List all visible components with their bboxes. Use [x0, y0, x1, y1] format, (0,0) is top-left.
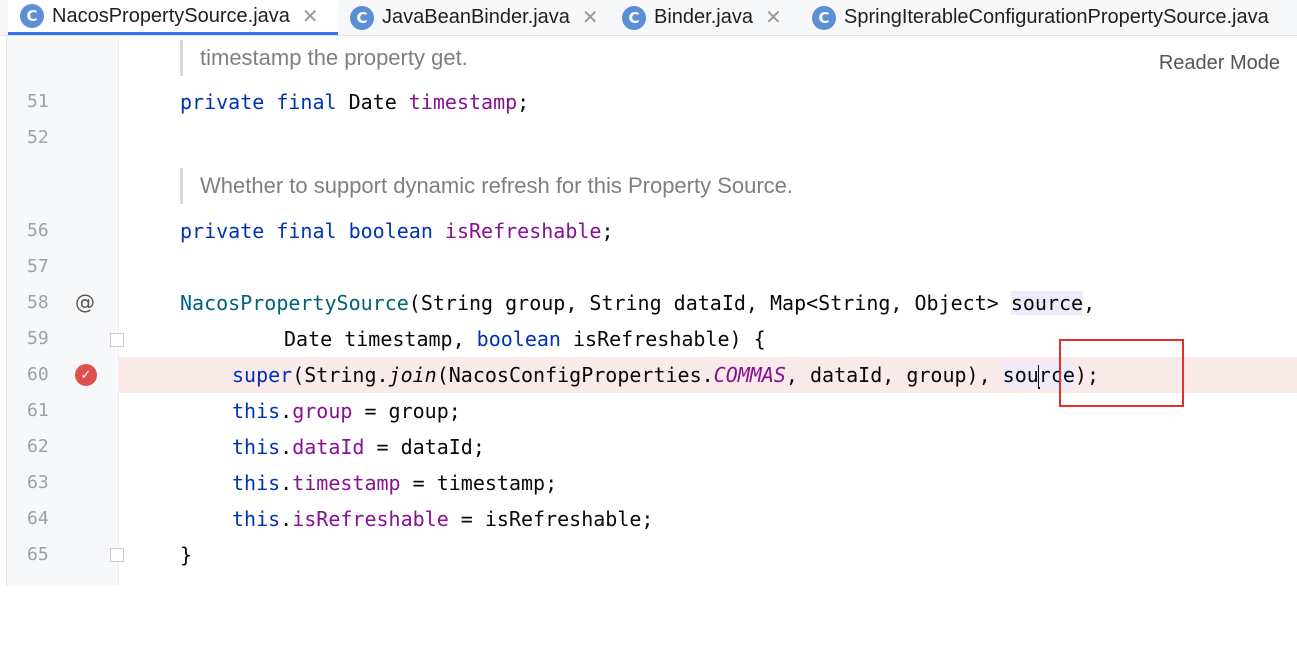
punct: .: [280, 471, 293, 495]
override-icon[interactable]: @: [75, 284, 95, 320]
keyword: this: [232, 399, 281, 423]
punct: .: [280, 507, 293, 531]
field-name: timestamp: [408, 90, 518, 114]
punct: ;: [517, 90, 530, 114]
line-number: 57: [27, 256, 49, 277]
line-number: 61: [27, 400, 49, 421]
code-line-58[interactable]: NacosPropertySource(String group, String…: [118, 285, 1297, 321]
field-name: isRefreshable: [292, 507, 449, 531]
line-number: 52: [27, 127, 49, 148]
code-text: = timestamp;: [400, 471, 558, 495]
param-list: Date timestamp,: [284, 327, 477, 351]
class-icon: C: [812, 5, 836, 30]
method-name: join: [388, 363, 437, 387]
param-list: (String group, String dataId, Map<String…: [408, 291, 1011, 315]
closing-brace: }: [180, 543, 193, 567]
keyword: boolean: [476, 327, 561, 351]
code-line-56[interactable]: private final boolean isRefreshable;: [118, 213, 1297, 249]
class-icon: C: [20, 4, 44, 28]
editor-tab-bar: C NacosPropertySource.java ✕ C JavaBeanB…: [0, 0, 1297, 36]
type-name: Date: [348, 90, 409, 114]
keyword: private final: [180, 90, 349, 114]
code-line-51[interactable]: private final Date timestamp;: [118, 84, 1297, 120]
project-panel-edge: [0, 36, 7, 586]
class-icon: C: [350, 5, 374, 30]
line-number: 51: [27, 91, 49, 112]
tab-java-bean-binder[interactable]: C JavaBeanBinder.java ✕: [346, 0, 612, 35]
keyword: private final boolean: [180, 219, 445, 243]
tab-spring-iterable-config-property-source[interactable]: C SpringIterableConfigurationPropertySou…: [808, 0, 1297, 35]
class-icon: C: [622, 5, 646, 30]
code-text: (String.: [292, 363, 389, 387]
constant-name: COMMAS: [713, 363, 786, 387]
close-icon[interactable]: ✕: [765, 5, 782, 30]
line-number: 58: [27, 292, 49, 313]
punct: ;: [601, 219, 614, 243]
code-text: (NacosConfigProperties.: [436, 363, 714, 387]
close-icon[interactable]: ✕: [302, 4, 319, 29]
field-name: group: [292, 399, 353, 423]
keyword: super: [232, 363, 293, 387]
code-text: = group;: [352, 399, 461, 423]
code-line-64[interactable]: this.isRefreshable = isRefreshable;: [118, 501, 1297, 537]
rendered-doc-comment: Whether to support dynamic refresh for t…: [180, 168, 793, 204]
keyword: this: [232, 471, 281, 495]
line-number: 62: [27, 436, 49, 457]
line-number: 56: [27, 220, 49, 241]
editor-gutter: 51 52 56 57 58 @ 59 60 ✓ 61 62 63 64 65: [7, 36, 124, 586]
field-name: dataId: [292, 435, 365, 459]
code-text: , dataId, group),: [785, 363, 1003, 387]
line-number: 65: [27, 544, 49, 565]
code-line-65[interactable]: }: [118, 537, 1297, 573]
annotation-highlight-box: [1059, 339, 1184, 407]
tab-label: Binder.java: [654, 6, 753, 28]
code-editor[interactable]: timestamp the property get. private fina…: [118, 36, 1297, 586]
tab-label: SpringIterableConfigurationPropertySourc…: [844, 6, 1269, 28]
close-icon[interactable]: ✕: [582, 5, 599, 30]
punct: .: [280, 399, 293, 423]
rendered-doc-comment: timestamp the property get.: [180, 40, 468, 76]
breakpoint-icon[interactable]: ✓: [75, 364, 97, 386]
line-number: 60: [27, 364, 49, 385]
keyword: this: [232, 507, 281, 531]
field-name: isRefreshable: [444, 219, 602, 243]
tab-label: NacosPropertySource.java: [52, 4, 290, 27]
usage-highlight: source: [1010, 291, 1084, 315]
code-text: = isRefreshable;: [448, 507, 654, 531]
reader-mode-toggle[interactable]: Reader Mode: [1159, 52, 1280, 75]
code-line-62[interactable]: this.dataId = dataId;: [118, 429, 1297, 465]
usage-highlight: sou: [1002, 363, 1039, 387]
tab-nacos-property-source[interactable]: C NacosPropertySource.java ✕: [8, 0, 338, 35]
code-line-63[interactable]: this.timestamp = timestamp;: [118, 465, 1297, 501]
line-number: 64: [27, 508, 49, 529]
code-text: = dataId;: [364, 435, 485, 459]
field-name: timestamp: [292, 471, 401, 495]
param-list: isRefreshable) {: [560, 327, 766, 351]
line-number: 59: [27, 328, 49, 349]
punct: .: [280, 435, 293, 459]
tab-binder[interactable]: C Binder.java ✕: [620, 0, 800, 35]
line-number: 63: [27, 472, 49, 493]
constructor-name: NacosPropertySource: [180, 291, 409, 315]
tab-label: JavaBeanBinder.java: [382, 6, 570, 28]
punct: ,: [1083, 291, 1096, 315]
keyword: this: [232, 435, 281, 459]
